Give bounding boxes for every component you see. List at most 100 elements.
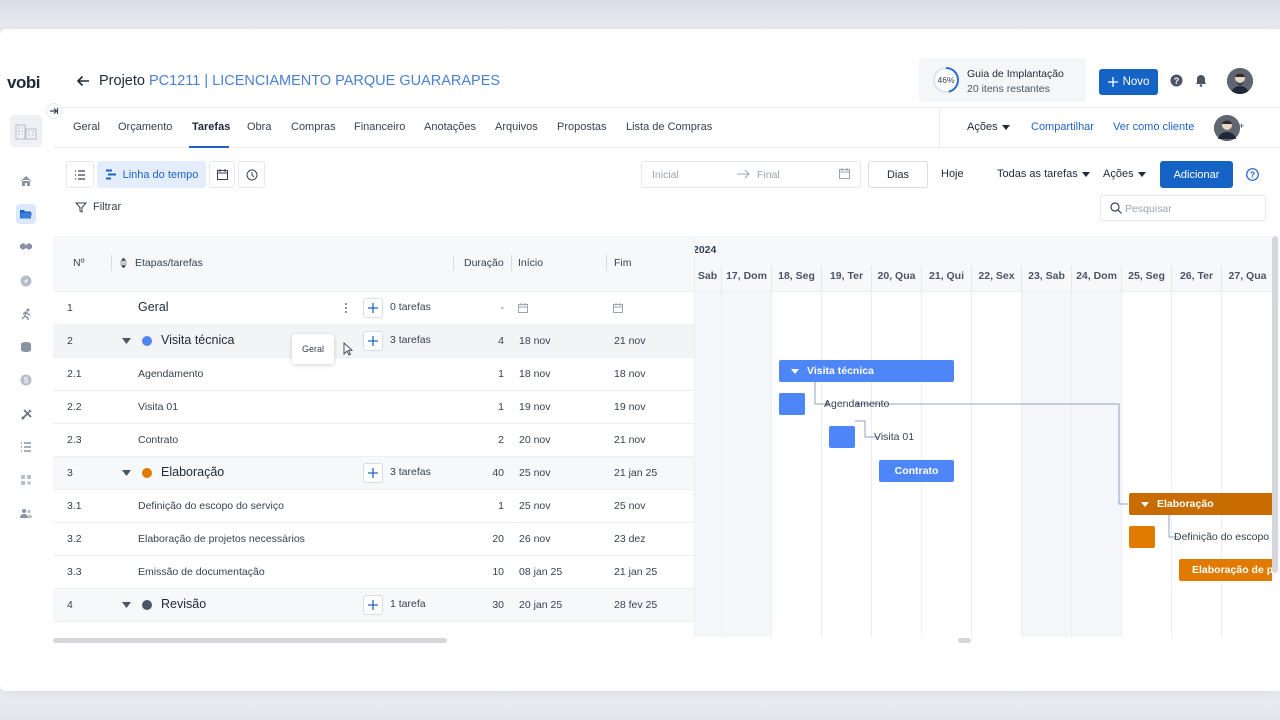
- coins-icon[interactable]: [16, 337, 36, 357]
- row-name[interactable]: Visita 01: [138, 401, 178, 413]
- date-range-picker[interactable]: Inicial Final: [641, 161, 861, 188]
- add-member-plus[interactable]: +: [1239, 121, 1244, 131]
- home-icon[interactable]: [16, 171, 36, 191]
- handshake-icon[interactable]: [16, 237, 36, 257]
- col-separator[interactable]: [453, 255, 454, 271]
- row-name[interactable]: Revisão: [161, 597, 206, 611]
- tools-icon[interactable]: [16, 404, 36, 424]
- table-row[interactable]: 3.3 Emissão de documentação 10 08 jan 25…: [53, 556, 694, 589]
- grid-horizontal-scrollbar[interactable]: [53, 638, 447, 643]
- gantt-bar-task[interactable]: [829, 426, 855, 448]
- vobi-logo[interactable]: vobi: [7, 73, 40, 93]
- search-input[interactable]: [1125, 200, 1260, 217]
- bell-icon[interactable]: [1195, 74, 1207, 87]
- col-duration-header[interactable]: Duração: [464, 257, 504, 269]
- gantt-bar-task[interactable]: Elaboração de pr: [1179, 559, 1272, 581]
- row-start[interactable]: 25 nov: [519, 467, 551, 479]
- expand-collapse-icon[interactable]: [119, 258, 128, 268]
- col-start-header[interactable]: Início: [518, 257, 543, 269]
- table-row[interactable]: 3.2 Elaboração de projetos necessários 2…: [53, 523, 694, 556]
- add-button[interactable]: Adicionar: [1160, 161, 1233, 188]
- shared-user-avatar[interactable]: [1214, 115, 1240, 141]
- row-end[interactable]: 23 dez: [614, 533, 646, 545]
- table-row[interactable]: 3.1 Definição do escopo do serviço 1 25 …: [53, 490, 694, 523]
- gantt-bar-task[interactable]: [779, 393, 805, 415]
- chevron-down-icon[interactable]: [122, 338, 131, 344]
- row-end[interactable]: 28 fev 25: [614, 599, 657, 611]
- table-row[interactable]: 1 Geral 0 tarefas -: [53, 292, 694, 325]
- row-name[interactable]: Elaboração: [161, 465, 224, 479]
- share-link[interactable]: Compartilhar: [1031, 121, 1094, 133]
- row-start[interactable]: 08 jan 25: [519, 566, 562, 578]
- row-start[interactable]: 18 nov: [519, 368, 551, 380]
- table-row[interactable]: [53, 622, 694, 637]
- col-separator[interactable]: [511, 255, 512, 271]
- tab-arquivos[interactable]: Arquivos: [495, 121, 538, 133]
- row-name[interactable]: Emissão de documentação: [138, 566, 265, 578]
- table-row[interactable]: 2.3 Contrato 2 20 nov 21 nov: [53, 424, 694, 457]
- table-row[interactable]: 2 Visita técnica 3 tarefas 4 18 nov 21 n…: [53, 325, 694, 358]
- row-name[interactable]: Agendamento: [138, 368, 203, 380]
- grid-plus-icon[interactable]: [16, 470, 36, 490]
- view-dashboard-button[interactable]: [238, 161, 265, 188]
- row-name[interactable]: Geral: [138, 300, 169, 314]
- row-end[interactable]: 21 nov: [614, 335, 646, 347]
- task-actions-dropdown[interactable]: Ações: [1103, 168, 1146, 180]
- view-as-client-link[interactable]: Ver como cliente: [1113, 121, 1194, 133]
- dollar-icon[interactable]: $: [16, 370, 36, 390]
- row-name[interactable]: Contrato: [138, 434, 178, 446]
- row-end[interactable]: 21 jan 25: [614, 467, 657, 479]
- row-end[interactable]: 21 jan 25: [614, 566, 657, 578]
- list-icon[interactable]: [16, 437, 36, 457]
- add-task-button[interactable]: [363, 298, 383, 318]
- view-calendar-button[interactable]: [209, 161, 235, 188]
- row-start[interactable]: 18 nov: [519, 335, 551, 347]
- date-to-placeholder[interactable]: Final: [757, 169, 780, 181]
- implementation-guide-card[interactable]: 46% Guia de Implantação 20 itens restant…: [919, 58, 1086, 102]
- row-start[interactable]: 25 nov: [519, 500, 551, 512]
- gantt-horizontal-scrollbar[interactable]: [958, 638, 971, 643]
- tab-geral[interactable]: Geral: [73, 121, 100, 133]
- row-start[interactable]: 19 nov: [519, 401, 551, 413]
- chevron-down-icon[interactable]: [122, 470, 131, 476]
- calendar-icon[interactable]: [518, 303, 528, 313]
- project-code[interactable]: PC1211 | LICENCIAMENTO PARQUE GUARARAPES: [149, 73, 500, 89]
- running-icon[interactable]: [16, 304, 36, 324]
- company-logo[interactable]: [10, 115, 42, 147]
- row-start[interactable]: 20 jan 25: [519, 599, 562, 611]
- date-from-placeholder[interactable]: Inicial: [652, 169, 679, 181]
- back-arrow-icon[interactable]: [76, 74, 90, 88]
- tab-obra[interactable]: Obra: [247, 121, 271, 133]
- col-end-header[interactable]: Fim: [614, 257, 632, 269]
- row-end[interactable]: 18 nov: [614, 368, 646, 380]
- row-name[interactable]: Visita técnica: [161, 333, 234, 347]
- gantt-bar-stage[interactable]: Elaboração: [1129, 493, 1272, 515]
- tab-tarefas[interactable]: Tarefas: [192, 121, 230, 133]
- chevron-down-icon[interactable]: [122, 602, 131, 608]
- row-end[interactable]: 21 nov: [614, 434, 646, 446]
- view-timeline-button[interactable]: Linha do tempo: [97, 161, 206, 188]
- row-end[interactable]: 19 nov: [614, 401, 646, 413]
- add-task-button[interactable]: [363, 331, 383, 351]
- tab-anotacoes[interactable]: Anotações: [424, 121, 476, 133]
- row-end[interactable]: 25 nov: [614, 500, 646, 512]
- row-start[interactable]: 26 nov: [519, 533, 551, 545]
- gantt-bar-stage[interactable]: Visita técnica: [779, 360, 954, 382]
- tab-compras[interactable]: Compras: [291, 121, 336, 133]
- user-avatar[interactable]: [1227, 68, 1253, 94]
- col-separator[interactable]: [606, 255, 607, 271]
- days-scale-button[interactable]: Dias: [868, 161, 928, 188]
- folder-icon[interactable]: [16, 204, 36, 224]
- more-options-icon[interactable]: [342, 301, 350, 315]
- users-icon[interactable]: [16, 503, 36, 523]
- help-icon[interactable]: ?: [1170, 74, 1183, 87]
- col-num-header[interactable]: Nº: [73, 257, 84, 269]
- help-circle-icon[interactable]: ?: [1246, 168, 1259, 181]
- view-list-button[interactable]: [66, 161, 94, 188]
- table-row[interactable]: 2.1 Agendamento 1 18 nov 18 nov: [53, 358, 694, 391]
- table-row[interactable]: 4 Revisão 1 tarefa 30 20 jan 25 28 fev 2…: [53, 589, 694, 622]
- tab-financeiro[interactable]: Financeiro: [354, 121, 405, 133]
- compass-icon[interactable]: [16, 271, 36, 291]
- search-box[interactable]: [1100, 195, 1266, 221]
- actions-dropdown[interactable]: Ações: [967, 121, 1010, 133]
